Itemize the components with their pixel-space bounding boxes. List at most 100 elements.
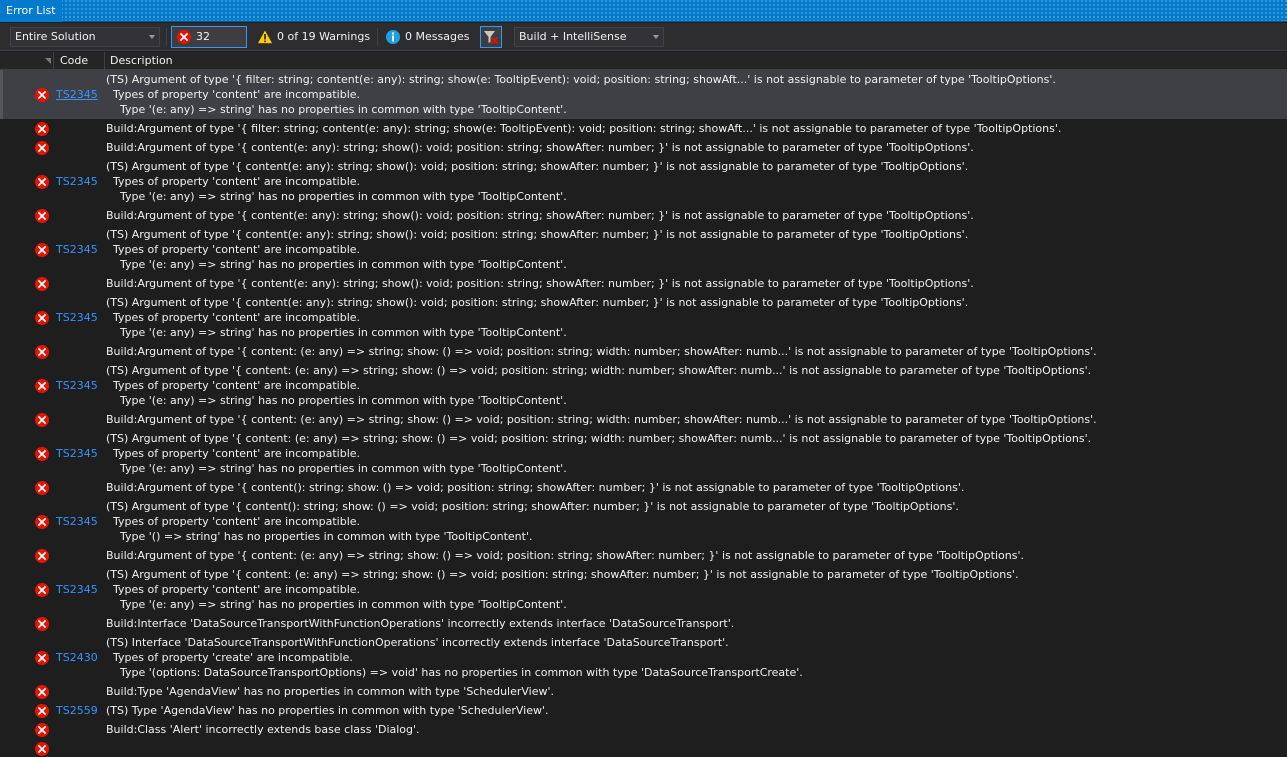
error-code-link[interactable]: TS2430 <box>56 651 98 665</box>
description-line: Type '(e: any) => string' has no propert… <box>106 394 567 407</box>
error-row[interactable]: Build:Interface 'DataSourceTransportWith… <box>0 614 1287 633</box>
error-icon <box>34 140 50 156</box>
error-code-link[interactable]: TS2345 <box>56 583 98 597</box>
description-line: Type '(e: any) => string' has no propert… <box>106 598 567 611</box>
error-icon <box>34 208 50 224</box>
error-code-link[interactable]: TS2345 <box>56 515 98 529</box>
error-row[interactable]: Build:Argument of type '{ content(e: any… <box>0 274 1287 293</box>
error-row[interactable]: Build:Argument of type '{ content(): str… <box>0 478 1287 497</box>
row-indicator <box>0 342 3 361</box>
description-line: Build:Argument of type '{ filter: string… <box>106 122 1062 135</box>
error-row[interactable]: Build:Argument of type '{ content: (e: a… <box>0 342 1287 361</box>
error-description: Build:Interface 'DataSourceTransportWith… <box>106 616 1283 631</box>
error-code-link[interactable]: TS2345 <box>56 447 98 461</box>
error-list-title-bar[interactable]: Error List <box>0 0 1287 22</box>
error-icon <box>34 684 50 700</box>
error-row[interactable]: TS2345 (TS) Argument of type '{ content(e… <box>0 293 1287 342</box>
error-code-link[interactable]: TS2559 <box>56 704 98 718</box>
error-icon <box>34 514 50 530</box>
sort-grip-icon[interactable] <box>44 55 52 68</box>
build-source-dropdown[interactable]: Build + IntelliSense <box>514 27 664 47</box>
error-row[interactable]: TS2559 (TS) Type 'AgendaView' has no prop… <box>0 701 1287 720</box>
clear-filter-button[interactable] <box>480 26 502 48</box>
error-row[interactable]: TS2345 (TS) Argument of type '{ content: … <box>0 361 1287 410</box>
error-description: Build:Argument of type '{ content: (e: a… <box>106 412 1283 427</box>
error-icon <box>34 650 50 666</box>
column-divider[interactable] <box>104 52 105 69</box>
description-line: (TS) Type 'AgendaView' has no properties… <box>106 704 549 717</box>
column-divider[interactable] <box>53 52 54 69</box>
description-line: Build:Argument of type '{ content(e: any… <box>106 209 974 222</box>
description-line: Types of property 'content' are incompat… <box>106 175 361 188</box>
description-line: (TS) Argument of type '{ content(): stri… <box>106 500 959 513</box>
description-line: Build:Interface 'DataSourceTransportWith… <box>106 617 735 630</box>
error-row[interactable]: TS2345 (TS) Argument of type '{ content: … <box>0 429 1287 478</box>
error-description: (TS) Interface 'DataSourceTransportWithF… <box>106 635 1283 680</box>
row-indicator <box>0 701 3 720</box>
error-row[interactable]: TS2345 (TS) Argument of type '{ content()… <box>0 497 1287 546</box>
row-indicator <box>0 614 3 633</box>
description-line: Build:Argument of type '{ content: (e: a… <box>106 549 1024 562</box>
column-header-description[interactable]: Description <box>110 52 173 69</box>
description-line: Type '(e: any) => string' has no propert… <box>106 326 567 339</box>
error-code-link[interactable]: TS2345 <box>56 311 98 325</box>
build-source-value: Build + IntelliSense <box>519 30 627 43</box>
error-description: (TS) Argument of type '{ content: (e: an… <box>106 567 1283 612</box>
warnings-filter-button[interactable]: 0 of 19 Warnings <box>252 26 372 48</box>
error-code-link[interactable]: TS2345 <box>56 379 98 393</box>
error-row[interactable]: TS2345 (TS) Argument of type '{ content(e… <box>0 225 1287 274</box>
error-row[interactable]: Build:Argument of type '{ content: (e: a… <box>0 410 1287 429</box>
scope-dropdown[interactable]: Entire Solution <box>10 27 160 47</box>
error-code-link[interactable]: TS2345 <box>56 243 98 257</box>
error-row[interactable]: Build:Class 'Alert' incorrectly extends … <box>0 720 1287 739</box>
description-line: Types of property 'content' are incompat… <box>106 583 361 596</box>
row-indicator <box>0 206 3 225</box>
error-icon <box>34 446 50 462</box>
error-row[interactable]: Build:Argument of type '{ filter: string… <box>0 119 1287 138</box>
error-row[interactable]: TS2345 (TS) Argument of type '{ content: … <box>0 565 1287 614</box>
description-line: Type '(e: any) => string' has no propert… <box>106 103 567 116</box>
description-line: Build:Argument of type '{ content: (e: a… <box>106 413 1097 426</box>
error-description: Build:Type 'AgendaView' has no propertie… <box>106 684 1283 699</box>
error-description: Build:Argument of type '{ content(): str… <box>106 480 1283 495</box>
error-code-link[interactable]: TS2345 <box>56 175 98 189</box>
error-row[interactable]: Build:Argument of type '{ content(e: any… <box>0 138 1287 157</box>
error-icon <box>34 276 50 292</box>
error-description: Build:Argument of type '{ content(e: any… <box>106 140 1283 155</box>
row-indicator <box>0 682 3 701</box>
error-row[interactable]: TS2430 (TS) Interface 'DataSourceTranspor… <box>0 633 1287 682</box>
description-line: Build:Class 'Alert' incorrectly extends … <box>106 723 420 736</box>
error-icon <box>34 480 50 496</box>
errors-filter-button[interactable]: 32 Errors <box>171 26 247 63</box>
description-line: Build:Argument of type '{ content(e: any… <box>106 141 974 154</box>
messages-filter-button[interactable]: 0 Messages <box>380 26 472 48</box>
error-row[interactable]: Build:Argument of type '{ content: (e: a… <box>0 546 1287 565</box>
row-indicator <box>0 478 3 497</box>
description-line: Type '(e: any) => string' has no propert… <box>106 462 567 475</box>
description-line: Build:Argument of type '{ content: (e: a… <box>106 345 1097 358</box>
error-icon <box>34 741 50 757</box>
error-row[interactable]: TS2345 (TS) Argument of type '{ content(e… <box>0 157 1287 206</box>
error-row[interactable]: Build:Argument of type '{ content(e: any… <box>0 206 1287 225</box>
error-list-toolbar: Entire Solution 32 Errors 0 of 19 Warnin… <box>0 23 1287 63</box>
row-indicator <box>0 119 3 138</box>
row-indicator <box>0 633 3 682</box>
row-indicator <box>0 157 3 206</box>
column-header-code[interactable]: Code <box>60 52 88 69</box>
error-icon <box>34 722 50 738</box>
error-row[interactable] <box>0 739 1287 757</box>
description-line: (TS) Argument of type '{ content(e: any)… <box>106 296 969 309</box>
description-line: Build:Argument of type '{ content(e: any… <box>106 277 974 290</box>
warning-icon <box>257 29 273 52</box>
error-row[interactable]: Build:Type 'AgendaView' has no propertie… <box>0 682 1287 701</box>
row-indicator <box>0 410 3 429</box>
error-description <box>106 741 1283 756</box>
description-line: Types of property 'create' are incompati… <box>106 651 353 664</box>
error-code-link[interactable]: TS2345 <box>56 88 98 102</box>
error-icon <box>34 548 50 564</box>
description-line: (TS) Argument of type '{ content(e: any)… <box>106 160 969 173</box>
error-description: Build:Argument of type '{ content(e: any… <box>106 208 1283 223</box>
description-line: Type '(e: any) => string' has no propert… <box>106 190 567 203</box>
row-indicator <box>0 138 3 157</box>
error-row[interactable]: TS2345 (TS) Argument of type '{ filter: s… <box>0 70 1287 119</box>
